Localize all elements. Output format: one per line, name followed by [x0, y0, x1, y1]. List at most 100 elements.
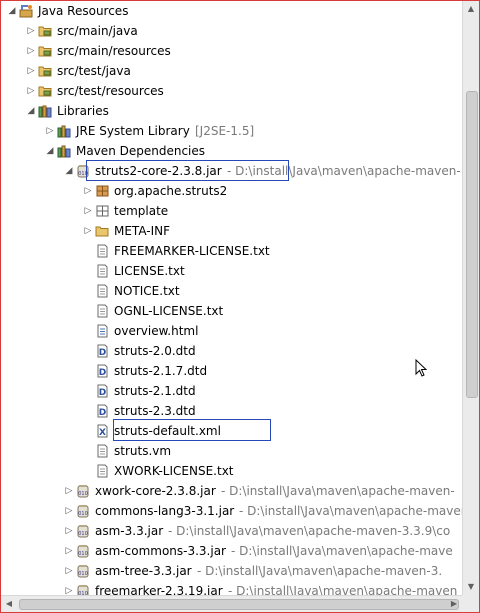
collapse-arrow-icon[interactable]: ▷	[64, 481, 74, 501]
vertical-scroll-thumb[interactable]	[466, 91, 478, 398]
svg-text:D: D	[99, 348, 106, 358]
scroll-up-arrow-icon[interactable]: ▲	[463, 1, 479, 17]
tree-row[interactable]: ▷ 010 freemarker-2.3.19.jar - D:\install\Ja…	[1, 581, 462, 595]
collapse-arrow-icon[interactable]: ▷	[64, 501, 74, 521]
expand-arrow-icon[interactable]: ◢	[45, 141, 55, 161]
expand-arrow-icon[interactable]: ◢	[7, 1, 17, 21]
tree-row[interactable]: Dstruts-2.3.dtd	[1, 401, 462, 421]
tree-row[interactable]: Dstruts-2.1.7.dtd	[1, 361, 462, 381]
tree-row[interactable]: struts.vm	[1, 441, 462, 461]
tree-row[interactable]: NOTICE.txt	[1, 281, 462, 301]
dtd-file-icon: D	[95, 344, 110, 358]
tree-row[interactable]: ▷ META-INF	[1, 221, 462, 241]
tree-row[interactable]: ▷ src/test/resources	[1, 81, 462, 101]
tree-row[interactable]: ▷ src/test/java	[1, 61, 462, 81]
collapse-arrow-icon[interactable]: ▷	[64, 521, 74, 541]
text-file-icon	[95, 304, 110, 318]
tree-row[interactable]: ◢ Maven Dependencies	[1, 141, 462, 161]
tree-item-label: LICENSE.txt	[114, 264, 185, 278]
tree-item-path: [J2SE-1.5]	[195, 124, 255, 138]
tree-row[interactable]: Dstruts-2.0.dtd	[1, 341, 462, 361]
scroll-down-arrow-icon[interactable]: ▼	[463, 579, 479, 595]
jar-icon: 010	[76, 164, 91, 178]
collapse-arrow-icon[interactable]: ▷	[83, 221, 93, 241]
tree-row[interactable]: Xstruts-default.xml	[1, 421, 462, 441]
svg-text:D: D	[99, 408, 106, 418]
tree-row[interactable]: overview.html	[1, 321, 462, 341]
collapse-arrow-icon[interactable]: ▷	[64, 581, 74, 595]
tree-row[interactable]: ▷ org.apache.struts2	[1, 181, 462, 201]
vertical-scrollbar[interactable]: ▲ ▼	[462, 1, 479, 595]
svg-text:D: D	[99, 388, 106, 398]
tree-item-label: XWORK-LICENSE.txt	[114, 464, 234, 478]
tree-row[interactable]: FREEMARKER-LICENSE.txt	[1, 241, 462, 261]
project-tree[interactable]: ◢ Java Resources ▷ src/main/java ▷ src/main/r…	[1, 1, 462, 595]
text-file-icon	[95, 444, 110, 458]
expand-arrow-icon[interactable]: ◢	[26, 101, 36, 121]
source-folder-icon	[38, 24, 53, 38]
dtd-file-icon: D	[95, 404, 110, 418]
collapse-arrow-icon[interactable]: ▷	[83, 181, 93, 201]
tree-row[interactable]: ▷ template	[1, 201, 462, 221]
java-resources-icon	[19, 4, 34, 18]
tree-item-path: - D:\install\Java\maven\apache-maven-3.3…	[168, 524, 451, 538]
collapse-arrow-icon[interactable]: ▷	[45, 121, 55, 141]
horizontal-scroll-thumb[interactable]	[19, 599, 459, 610]
tree-row[interactable]: Dstruts-2.1.dtd	[1, 381, 462, 401]
tree-row[interactable]: ▷ 010 asm-tree-3.3.jar - D:\install\Java\ma…	[1, 561, 462, 581]
svg-text:010: 010	[78, 511, 88, 517]
jar-icon: 010	[76, 544, 91, 558]
collapse-arrow-icon[interactable]: ▷	[26, 61, 36, 81]
expand-arrow-icon[interactable]: ◢	[64, 161, 74, 181]
package-explorer-frame: ◢ Java Resources ▷ src/main/java ▷ src/main/r…	[0, 0, 480, 613]
tree-row[interactable]: ▷ 010 asm-commons-3.3.jar - D:\install\Java…	[1, 541, 462, 561]
tree-item-path: - D:\install\Java\maven\apache-maven	[228, 584, 458, 595]
collapse-arrow-icon[interactable]: ▷	[64, 561, 74, 581]
tree-row[interactable]: ◢ 010 struts2-core-2.3.8.jar - D:\install\J…	[1, 161, 462, 181]
folder-icon	[95, 224, 110, 238]
tree-item-label: overview.html	[114, 324, 199, 338]
collapse-arrow-icon[interactable]: ▷	[64, 541, 74, 561]
tree-item-label: NOTICE.txt	[114, 284, 180, 298]
tree-row[interactable]: ▷ JRE System Library [J2SE-1.5]	[1, 121, 462, 141]
libraries-icon	[38, 104, 53, 118]
dtd-file-icon: D	[95, 364, 110, 378]
tree-item-label: org.apache.struts2	[114, 184, 228, 198]
tree-item-label: META-INF	[114, 224, 171, 238]
jar-icon: 010	[76, 484, 91, 498]
tree-item-label: src/main/java	[57, 24, 138, 38]
tree-row[interactable]: ◢ Java Resources	[1, 1, 462, 21]
horizontal-scrollbar[interactable]: ◀ ▶	[1, 595, 462, 612]
collapse-arrow-icon[interactable]: ▷	[83, 201, 93, 221]
mouse-cursor-icon	[415, 359, 428, 377]
tree-row[interactable]: ▷ src/main/java	[1, 21, 462, 41]
tree-row[interactable]: ▷ src/main/resources	[1, 41, 462, 61]
tree-row[interactable]: LICENSE.txt	[1, 261, 462, 281]
scroll-right-arrow-icon[interactable]: ▶	[446, 596, 462, 612]
collapse-arrow-icon[interactable]: ▷	[26, 41, 36, 61]
tree-item-label: src/test/java	[57, 64, 131, 78]
svg-text:010: 010	[78, 571, 88, 577]
tree-row[interactable]: ◢ Libraries	[1, 101, 462, 121]
tree-item-label: Java Resources	[38, 4, 129, 18]
svg-text:010: 010	[78, 551, 88, 557]
svg-text:010: 010	[78, 171, 88, 177]
tree-item-label: struts-2.1.7.dtd	[114, 364, 208, 378]
tree-row[interactable]: ▷ 010 asm-3.3.jar - D:\install\Java\maven\a…	[1, 521, 462, 541]
library-icon	[57, 144, 72, 158]
scrollbar-corner	[462, 595, 479, 612]
tree-row[interactable]: OGNL-LICENSE.txt	[1, 301, 462, 321]
tree-row[interactable]: ▷ 010 xwork-core-2.3.8.jar - D:\install\Jav…	[1, 481, 462, 501]
scroll-left-arrow-icon[interactable]: ◀	[1, 596, 17, 612]
tree-item-path: - D:\install\Java\maven\apache-maven-	[227, 164, 461, 178]
tree-item-path: - D:\install\Java\maven\apache-maven-3.	[197, 564, 443, 578]
tree-item-label: Maven Dependencies	[76, 144, 206, 158]
tree-row[interactable]: XWORK-LICENSE.txt	[1, 461, 462, 481]
collapse-arrow-icon[interactable]: ▷	[26, 81, 36, 101]
svg-text:X: X	[99, 428, 106, 438]
tree-item-label: xwork-core-2.3.8.jar	[95, 484, 216, 498]
collapse-arrow-icon[interactable]: ▷	[26, 21, 36, 41]
tree-item-label: JRE System Library	[76, 124, 190, 138]
source-folder-icon	[38, 64, 53, 78]
tree-row[interactable]: ▷ 010 commons-lang3-3.1.jar - D:\install\Ja…	[1, 501, 462, 521]
